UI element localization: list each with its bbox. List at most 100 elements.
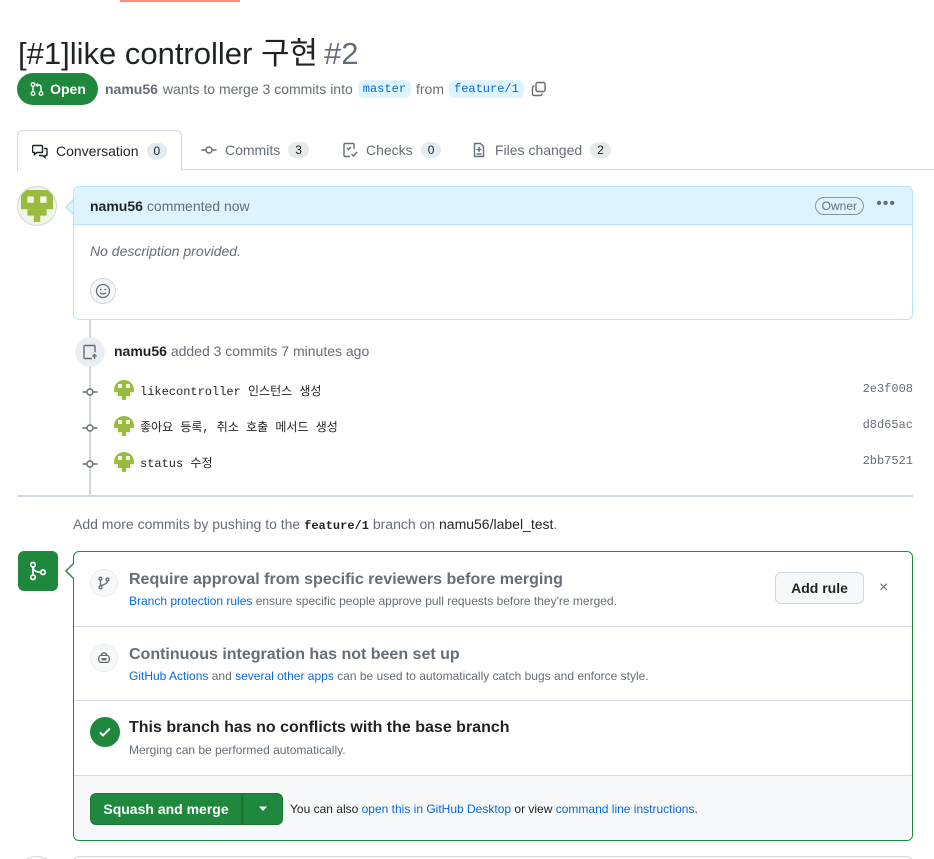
commit-row: status 수정 2bb7521 <box>80 451 913 475</box>
footer-also: You can also <box>290 802 359 816</box>
pr-author-link[interactable]: namu56 <box>105 81 158 97</box>
commit-sha[interactable]: 2bb7521 <box>863 454 913 468</box>
push-event-text: added 3 commits 7 minutes ago <box>170 343 370 359</box>
hint-repo: namu56/label_test <box>439 516 554 532</box>
commit-avatar[interactable] <box>114 416 134 436</box>
merge-caret-inner <box>67 564 74 578</box>
tab-underline-accent <box>120 0 240 2</box>
footer-or: or view <box>514 802 553 816</box>
from-text: from <box>416 81 444 97</box>
footer-end: . <box>694 802 698 816</box>
command-line-link[interactable]: command line instructions <box>556 802 695 816</box>
pr-state-badge: Open <box>17 73 98 105</box>
tab-label: Checks <box>366 142 413 158</box>
robot-icon <box>90 644 118 672</box>
commit-row: likecontroller 인스턴스 생성 2e3f008 <box>80 379 913 403</box>
comment-header: namu56 commented now <box>74 187 912 225</box>
pr-tabs: Conversation 0 Commits 3 Checks 0 Files … <box>17 130 934 171</box>
merge-footer: Squash and merge You can also open this … <box>74 776 912 840</box>
squash-and-merge-button[interactable]: Squash and merge <box>90 793 242 825</box>
tab-conversation[interactable]: Conversation 0 <box>17 130 183 171</box>
identicon-avatar-icon <box>21 190 53 222</box>
git-pull-request-icon <box>30 82 44 96</box>
close-icon[interactable]: × <box>879 579 888 597</box>
base-branch[interactable]: master <box>357 80 411 98</box>
tab-label: Conversation <box>56 142 139 159</box>
branch-protection-link[interactable]: Branch protection rules <box>129 594 252 608</box>
pr-title: [#1]like controller 구현 #2 <box>18 28 358 73</box>
conflicts-title: This branch has no conflicts with the ba… <box>129 719 510 736</box>
git-commit-icon <box>82 424 98 432</box>
check-icon <box>90 717 120 747</box>
commit-message[interactable]: likecontroller 인스턴스 생성 <box>140 382 321 399</box>
commit-sha[interactable]: d8d65ac <box>863 418 913 432</box>
add-reaction-button[interactable] <box>90 278 116 304</box>
other-apps-link[interactable]: several other apps <box>235 669 334 683</box>
protection-subtitle: Branch protection rules ensure specific … <box>129 594 617 608</box>
commit-avatar[interactable] <box>114 380 134 400</box>
timeline-divider <box>17 495 913 497</box>
comment-author[interactable]: namu56 <box>90 198 143 214</box>
hint-middle: branch on <box>372 516 436 532</box>
checklist-icon <box>343 142 358 158</box>
owner-badge: Owner <box>814 197 864 215</box>
ci-text: can be used to automatically catch bugs … <box>337 669 649 683</box>
git-branch-icon <box>90 569 118 597</box>
pr-state-label: Open <box>50 81 86 97</box>
ci-section: Continuous integration has not been set … <box>74 627 912 701</box>
tab-commits[interactable]: Commits 3 <box>187 130 323 170</box>
tab-counter: 3 <box>288 142 309 158</box>
protection-title: Require approval from specific reviewers… <box>129 571 563 588</box>
tab-files-changed[interactable]: Files changed 2 <box>457 130 625 170</box>
pr-description-comment: namu56 commented now Owner ••• No descri… <box>73 186 913 320</box>
tab-label: Commits <box>225 142 281 158</box>
git-commit-icon <box>201 146 217 154</box>
hint-prefix: Add more commits by pushing to the <box>73 516 301 532</box>
commit-sha[interactable]: 2e3f008 <box>863 382 913 396</box>
copy-icon[interactable] <box>531 81 547 97</box>
file-diff-icon <box>473 142 485 158</box>
push-event: namu56 added 3 commits 7 minutes ago <box>114 343 369 359</box>
commit-avatar[interactable] <box>114 452 134 472</box>
tab-label: Files changed <box>495 142 583 158</box>
protection-section: Require approval from specific reviewers… <box>74 552 912 627</box>
git-merge-icon <box>18 551 58 591</box>
hint-branch: feature/1 <box>304 519 369 533</box>
commit-message[interactable]: 좋아요 등록, 취소 호출 메서드 생성 <box>140 418 338 435</box>
comment-action[interactable]: commented now <box>147 198 250 214</box>
git-commit-icon <box>82 460 98 468</box>
merge-box: Require approval from specific reviewers… <box>73 551 913 841</box>
repo-push-icon <box>75 337 105 367</box>
avatar[interactable] <box>17 186 57 226</box>
ci-title: Continuous integration has not been set … <box>129 646 460 663</box>
hint-suffix: . <box>553 516 558 532</box>
conflicts-section: This branch has no conflicts with the ba… <box>74 701 912 776</box>
merge-method-dropdown[interactable] <box>242 793 283 825</box>
pr-number: #2 <box>323 36 359 71</box>
conflicts-subtitle: Merging can be performed automatically. <box>129 743 346 757</box>
triangle-down-icon <box>258 806 267 811</box>
head-branch[interactable]: feature/1 <box>449 80 524 98</box>
commit-row: 좋아요 등록, 취소 호출 메서드 생성 d8d65ac <box>80 415 913 439</box>
tab-counter: 2 <box>590 142 611 158</box>
tab-counter: 0 <box>420 142 442 158</box>
push-author[interactable]: namu56 <box>114 343 167 359</box>
open-desktop-link[interactable]: open this in GitHub Desktop <box>362 802 511 816</box>
ci-and: and <box>211 669 232 683</box>
github-actions-link[interactable]: GitHub Actions <box>129 669 208 683</box>
commit-message[interactable]: status 수정 <box>140 454 213 471</box>
protection-text: ensure specific people approve pull requ… <box>255 594 617 608</box>
pr-title-text: [#1]like controller 구현 <box>18 36 318 71</box>
tab-counter: 0 <box>146 142 168 159</box>
smiley-icon <box>95 283 111 299</box>
comment-body: No description provided. <box>90 243 241 259</box>
kebab-menu-icon[interactable]: ••• <box>876 195 896 213</box>
add-rule-button[interactable]: Add rule <box>775 572 864 604</box>
ci-subtitle: GitHub Actions and several other apps ca… <box>129 669 649 683</box>
git-commit-icon <box>82 388 98 396</box>
merge-footer-text: You can also open this in GitHub Desktop… <box>290 802 698 816</box>
merge-text: wants to merge 3 commits into <box>162 81 353 97</box>
push-hint: Add more commits by pushing to the featu… <box>73 516 557 533</box>
tab-checks[interactable]: Checks 0 <box>328 130 455 170</box>
comment-discussion-icon <box>32 144 48 159</box>
